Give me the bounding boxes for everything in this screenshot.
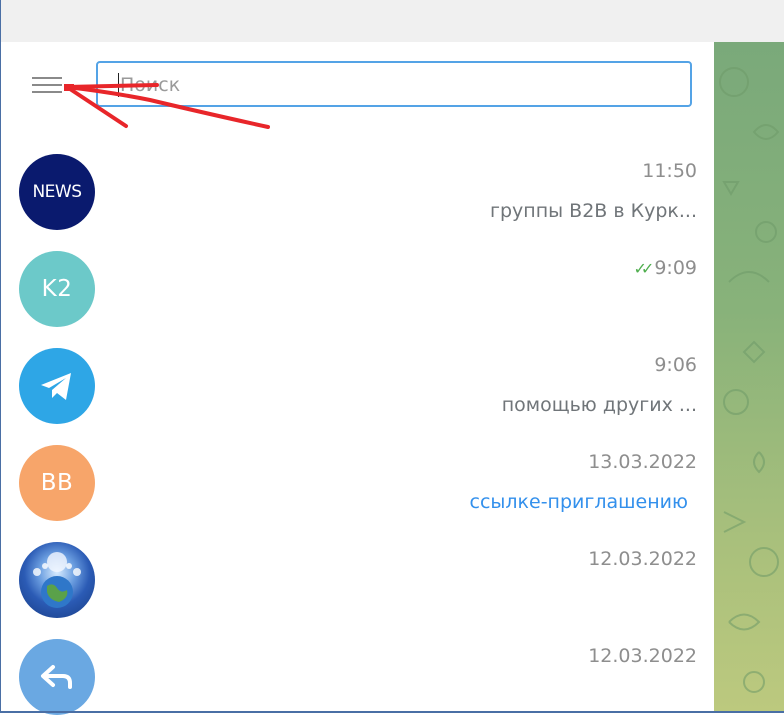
- search-input[interactable]: [118, 63, 682, 107]
- window-titlebar: [0, 0, 784, 42]
- avatar: NEWS: [19, 154, 95, 230]
- search-box[interactable]: [96, 61, 692, 107]
- chat-list-item[interactable]: NEWS 11:50 группы B2B в Курк...: [6, 142, 714, 239]
- chat-list-item[interactable]: 12.03.2022: [6, 627, 714, 724]
- avatar: [19, 542, 95, 618]
- avatar: BB: [19, 445, 95, 521]
- read-checkmarks-icon: ✓✓: [633, 259, 655, 278]
- doodle-pattern-icon: [719, 67, 780, 693]
- chat-preview: группы B2B в Курк...: [490, 200, 697, 222]
- menu-line-icon: [32, 77, 62, 79]
- chat-preview: помощью других ...: [501, 394, 697, 416]
- chat-time: 9:06: [654, 354, 697, 376]
- text-caret: [118, 73, 119, 97]
- chat-list-item[interactable]: 9:06 помощью других ...: [6, 336, 714, 433]
- avatar: [19, 348, 95, 424]
- chat-list-item[interactable]: BB 13.03.2022 ссылке-приглашению: [6, 433, 714, 530]
- telegram-plane-icon: [41, 373, 71, 400]
- avatar-initials: K2: [41, 276, 73, 302]
- hamburger-menu-button[interactable]: [30, 72, 64, 98]
- avatar: [19, 639, 95, 715]
- earth-photo-icon: [33, 552, 81, 608]
- avatar-initials: BB: [40, 470, 74, 496]
- chat-time: 12.03.2022: [588, 645, 697, 667]
- chat-list-item[interactable]: K2 ✓✓ 9:09: [6, 239, 714, 336]
- chat-preview: ссылке-приглашению: [469, 491, 689, 513]
- chat-time: ✓✓ 9:09: [634, 257, 697, 279]
- reply-arrow-icon: [41, 665, 72, 689]
- menu-line-icon: [32, 84, 62, 86]
- chat-time: 13.03.2022: [588, 451, 697, 473]
- avatar: K2: [19, 251, 95, 327]
- chat-list-item[interactable]: 12.03.2022: [6, 530, 714, 627]
- avatar-initials: NEWS: [32, 182, 82, 202]
- chat-wallpaper: [714, 42, 784, 711]
- chat-time-value: 9:09: [654, 257, 697, 279]
- chat-list-sidebar: NEWS 11:50 группы B2B в Курк... K2 ✓✓9:0…: [6, 42, 714, 715]
- chat-time: 11:50: [642, 160, 697, 182]
- chat-time: 12.03.2022: [588, 548, 697, 570]
- menu-line-icon: [32, 91, 62, 93]
